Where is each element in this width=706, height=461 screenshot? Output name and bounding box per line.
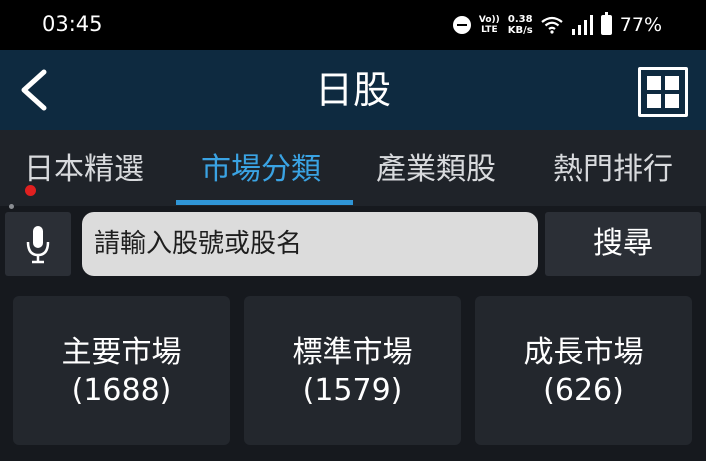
tab-market-category[interactable]: 市場分類 bbox=[201, 150, 321, 190]
volte-top-text: Vo)) bbox=[478, 15, 500, 25]
market-count: (1688) bbox=[71, 373, 172, 408]
market-card-standard[interactable]: 標準市場 (1579) bbox=[244, 296, 461, 445]
app-header: 日股 bbox=[0, 50, 706, 130]
stock-search-input[interactable] bbox=[82, 212, 538, 276]
market-card-prime[interactable]: 主要市場 (1688) bbox=[13, 296, 230, 445]
market-name: 標準市場 bbox=[292, 335, 413, 370]
volte-bottom-text: LTE bbox=[481, 25, 498, 35]
status-icons: Vo)) LTE 0.38 KB/s 77% bbox=[452, 10, 662, 40]
network-speed-value: 0.38 bbox=[507, 14, 533, 25]
handle-dot bbox=[9, 204, 14, 209]
signal-icon bbox=[571, 15, 593, 35]
category-tabs: 日本精選 市場分類 產業類股 熱門排行 bbox=[0, 130, 706, 206]
status-time: 03:45 bbox=[42, 12, 103, 36]
menu-grid-button[interactable] bbox=[638, 67, 688, 117]
market-count: (1579) bbox=[302, 373, 403, 408]
tab-industry-sectors[interactable]: 產業類股 bbox=[376, 150, 496, 190]
voice-search-button[interactable] bbox=[5, 212, 71, 276]
grid-icon-cell bbox=[647, 94, 661, 108]
tab-japan-picks[interactable]: 日本精選 bbox=[24, 150, 144, 190]
market-count: (626) bbox=[543, 373, 624, 408]
active-tab-indicator bbox=[176, 200, 353, 205]
microphone-icon bbox=[26, 226, 50, 264]
market-name: 主要市場 bbox=[61, 335, 182, 370]
page-title: 日股 bbox=[314, 68, 391, 112]
battery-icon bbox=[600, 12, 612, 35]
market-name: 成長市場 bbox=[523, 335, 644, 370]
notification-dot bbox=[25, 185, 36, 196]
network-speed: 0.38 KB/s bbox=[508, 14, 533, 36]
battery-percent: 77% bbox=[619, 14, 662, 36]
grid-icon-cell bbox=[665, 94, 679, 108]
do-not-disturb-icon bbox=[452, 16, 471, 34]
wifi-icon bbox=[541, 16, 563, 34]
volte-indicator: Vo)) LTE bbox=[479, 15, 500, 35]
search-button[interactable]: 搜尋 bbox=[545, 212, 701, 276]
network-speed-unit: KB/s bbox=[507, 25, 533, 36]
market-card-growth[interactable]: 成長市場 (626) bbox=[475, 296, 692, 445]
status-bar: 03:45 Vo)) LTE 0.38 KB/s 77% bbox=[0, 0, 706, 50]
grid-icon bbox=[647, 76, 661, 90]
tab-hot-ranking[interactable]: 熱門排行 bbox=[553, 150, 673, 190]
grid-icon-cell bbox=[665, 76, 679, 90]
